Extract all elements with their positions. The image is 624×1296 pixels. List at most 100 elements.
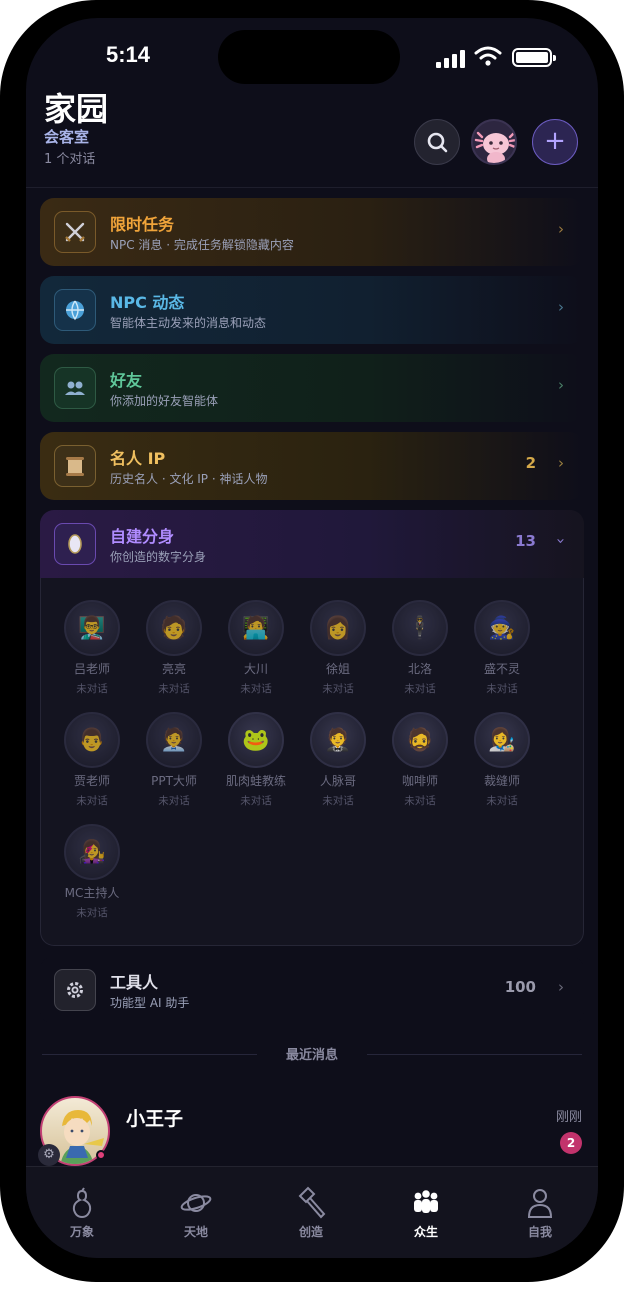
category-name: 工具人 <box>110 973 159 992</box>
tab-tiandi[interactable]: 天地 <box>156 1187 236 1240</box>
category-name: 好友 <box>110 371 143 390</box>
category-name: 限时任务 <box>110 215 175 234</box>
avatar-name: 大川 <box>243 662 268 676</box>
avatar-name: 亮亮 <box>161 662 186 676</box>
dynamic-island <box>218 30 400 84</box>
gourd-icon <box>72 1187 92 1219</box>
category-name: 自建分身 <box>110 527 175 546</box>
search-button[interactable] <box>414 119 460 165</box>
avatar-card[interactable]: 👩‍🎨 裁缝师未对话 <box>461 712 543 816</box>
settings-gear-icon: ⚙ <box>38 1144 60 1166</box>
avatar-card[interactable]: 👨‍🏫 吕老师 未对话 <box>51 600 133 704</box>
category-name: 名人 IP <box>110 449 166 468</box>
tab-label: 自我 <box>527 1225 552 1239</box>
page-header: 家园 会客室 1 个对话 + <box>26 84 598 188</box>
avatar-card[interactable]: 🤵 人脉哥 未对话 <box>297 712 379 816</box>
custom-avatars-panel: 👨‍🏫 吕老师 未对话 🧑 亮亮 未对话 🧑‍💻 大川 未对话 👩 徐姐 未对话 🕴️ 北洛 未对话… <box>40 578 584 946</box>
crossed-swords-icon <box>54 211 96 253</box>
avatar-card[interactable]: 🧑‍💼 PPT大师 未对话 <box>133 712 215 816</box>
scroll-icon <box>54 445 96 487</box>
crowd-icon <box>414 1190 438 1213</box>
battery-icon <box>512 48 556 67</box>
avatar-card[interactable]: 🧙 盛不灵 未对话 <box>461 600 543 704</box>
avatar-card[interactable]: 🐸 肌肉蛙教练 未对话 <box>215 712 297 816</box>
avatar-card[interactable]: 🧑 亮亮 未对话 <box>133 600 215 704</box>
avatar: 🕴️ <box>392 600 448 656</box>
page-subtitle: 会客室 <box>44 128 90 146</box>
bottom-tab-bar: 万象 天地 创造 众生 自我 <box>26 1166 598 1258</box>
axolotl-avatar-icon <box>474 131 515 163</box>
tab-wanxiang[interactable]: 万象 <box>42 1187 122 1240</box>
avatar-card[interactable]: 👩 徐姐未对话 <box>297 600 379 704</box>
avatar-status: 未对话 <box>240 683 272 695</box>
category-npc-updates[interactable]: NPC 动态 智能体主动发来的消息和动态 › <box>40 276 584 344</box>
category-famous-ip[interactable]: 名人 IP 历史名人 · 文化 IP · 神话人物 2 › <box>40 432 584 500</box>
avatar-name: 裁缝师 <box>483 774 520 788</box>
app-screen: 5:14 家园 会客室 1 个对话 + 限时任务 NPC 消息 · 完成任务解锁… <box>26 18 598 1258</box>
avatar-status: 未对话 <box>158 795 190 807</box>
avatar-card[interactable]: 🕴️ 北洛未对话 <box>379 600 461 704</box>
page-title: 家园 <box>44 90 109 128</box>
avatar: 🧔 <box>392 712 448 768</box>
tab-label: 天地 <box>183 1225 208 1239</box>
avatar-name: 徐姐 <box>325 662 350 676</box>
avatar: 👨 <box>64 712 120 768</box>
chevron-right-icon: › <box>558 978 564 996</box>
category-count: 100 <box>504 978 536 996</box>
category-friends[interactable]: 好友 你添加的好友智能体 › <box>40 354 584 422</box>
category-desc: NPC 消息 · 完成任务解锁隐藏内容 <box>110 238 294 252</box>
avatar-status: 未对话 <box>486 683 518 695</box>
avatar-name: 肌肉蛙教练 <box>225 774 286 788</box>
user-icon <box>527 1189 553 1218</box>
avatar-status: 未对话 <box>240 795 272 807</box>
hammer-icon <box>298 1186 326 1219</box>
avatar-status: 未对话 <box>322 795 354 807</box>
chevron-right-icon: › <box>558 220 564 238</box>
gear-icon <box>54 969 96 1011</box>
chevron-right-icon: › <box>558 454 564 472</box>
category-custom-avatars[interactable]: 自建分身 你创造的数字分身 13 › <box>40 510 584 578</box>
avatar-status: 未对话 <box>322 683 354 695</box>
unread-badge: 2 <box>560 1132 582 1154</box>
avatar-status: 未对话 <box>76 907 108 919</box>
planet-icon <box>180 1194 212 1212</box>
category-tool-people[interactable]: 工具人 功能型 AI 助手 100 › <box>40 956 584 1024</box>
category-name: NPC 动态 <box>110 293 185 312</box>
profile-avatar-button[interactable] <box>471 119 517 165</box>
avatar: 🧑‍💼 <box>146 712 202 768</box>
chevron-right-icon: › <box>558 376 564 394</box>
category-count: 2 <box>525 454 536 472</box>
avatar-status: 未对话 <box>404 683 436 695</box>
tab-chuangzao[interactable]: 创造 <box>271 1186 351 1240</box>
globe-icon <box>54 289 96 331</box>
chevron-right-icon: › <box>558 298 564 316</box>
category-desc: 功能型 AI 助手 <box>110 996 190 1010</box>
avatar-name: 贾老师 <box>73 774 110 788</box>
add-button[interactable]: + <box>532 119 578 165</box>
avatar: 👩 <box>310 600 366 656</box>
avatar-status: 未对话 <box>486 795 518 807</box>
signal-icon <box>436 50 466 68</box>
tab-ziwo[interactable]: 自我 <box>500 1187 580 1240</box>
avatar: 👩‍🎨 <box>474 712 530 768</box>
avatar-name: 北洛 <box>407 662 432 676</box>
avatar-name: 盛不灵 <box>483 662 520 676</box>
conversation-time: 刚刚 <box>555 1110 582 1125</box>
avatar: 👨‍🏫 <box>64 600 120 656</box>
avatar-card[interactable]: 🧔 咖啡师 未对话 <box>379 712 461 816</box>
avatar-name: 咖啡师 <box>401 774 438 788</box>
avatar-card[interactable]: 👩‍🎤 MC主持人 未对话 <box>51 824 133 928</box>
tab-label: 创造 <box>298 1225 323 1239</box>
online-indicator <box>96 1150 106 1160</box>
plus-icon: + <box>544 126 566 156</box>
tab-zhongsheng[interactable]: 众生 <box>386 1187 466 1240</box>
avatar-card[interactable]: 👨 贾老师 未对话 <box>51 712 133 816</box>
recent-messages-label: 最近消息 <box>273 1048 350 1063</box>
avatar-card[interactable]: 🧑‍💻 大川 未对话 <box>215 600 297 704</box>
clock: 5:14 <box>106 42 151 67</box>
avatar-status: 未对话 <box>158 683 190 695</box>
category-desc: 历史名人 · 文化 IP · 神话人物 <box>110 472 268 486</box>
category-limited-tasks[interactable]: 限时任务 NPC 消息 · 完成任务解锁隐藏内容 › <box>40 198 584 266</box>
conversation-count: 1 个对话 <box>44 152 96 167</box>
conversation-item[interactable]: ⚙ 小王子 刚刚 2 <box>26 1090 598 1170</box>
